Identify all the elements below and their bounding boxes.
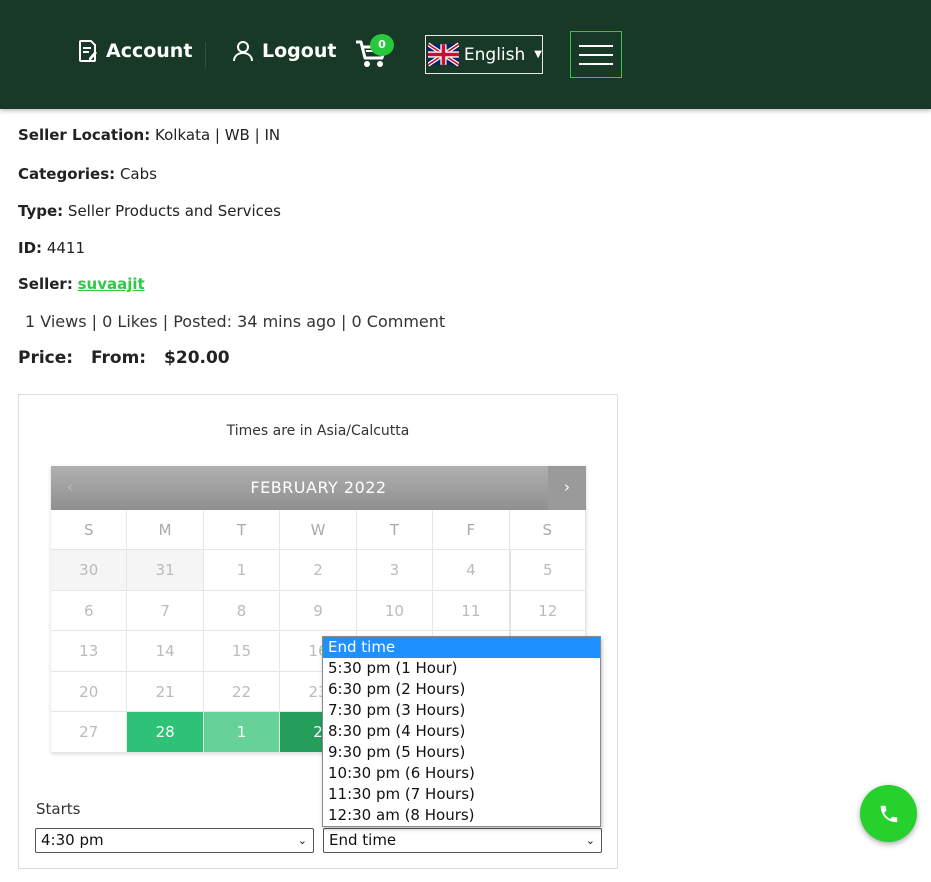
hamburger-line	[579, 44, 613, 47]
categories-label: Categories:	[18, 165, 116, 183]
seller-location-label: Seller Location:	[18, 126, 151, 144]
calendar-day: 2	[280, 550, 357, 591]
weekday-header: S	[509, 510, 586, 550]
price-from-label: From:	[91, 348, 147, 368]
end-time-dropdown-list: End time 5:30 pm (1 Hour) 6:30 pm (2 Hours…	[322, 636, 601, 827]
end-time-option[interactable]: 9:30 pm (5 Hours)	[323, 742, 600, 763]
chevron-down-icon: ⌄	[297, 834, 307, 847]
menu-button[interactable]	[570, 31, 622, 78]
timezone-note: Times are in Asia/Calcutta	[226, 423, 410, 439]
cart-count-badge: 0	[370, 34, 394, 56]
nav-divider	[205, 42, 206, 68]
id-value: 4411	[46, 239, 85, 257]
end-time-option[interactable]: 12:30 am (8 Hours)	[323, 805, 600, 826]
weekday-header: S	[51, 510, 128, 550]
calendar-day: 5	[509, 550, 586, 591]
calendar-day: 8	[203, 590, 281, 631]
categories-row: Categories: Cabs	[18, 165, 157, 183]
calendar-day: 1	[203, 550, 281, 591]
calendar-day: 11	[433, 590, 510, 631]
id-label: ID:	[18, 239, 43, 257]
calendar-day-available[interactable]: 28	[127, 712, 204, 753]
user-icon	[233, 41, 253, 62]
hamburger-line	[579, 53, 613, 56]
calendar-day: 21	[127, 671, 204, 712]
type-row: Type: Seller Products and Services	[18, 202, 281, 220]
listing-stats: 1 Views | 0 Likes | Posted: 34 mins ago …	[25, 312, 446, 331]
document-edit-icon	[79, 40, 97, 62]
id-row: ID: 4411	[18, 239, 85, 257]
calendar-day: 30	[51, 550, 128, 591]
calendar-day: 15	[203, 631, 281, 672]
hamburger-line	[579, 62, 613, 65]
price-row: Price: From: $20.00	[18, 348, 242, 368]
weekday-header: F	[433, 510, 510, 550]
next-month-button[interactable]: ›	[548, 466, 586, 510]
account-label: Account	[106, 40, 193, 62]
calendar-day: 9	[280, 590, 357, 631]
end-time-option[interactable]: 10:30 pm (6 Hours)	[323, 763, 600, 784]
weekday-header: T	[203, 510, 281, 550]
uk-flag-icon	[428, 42, 459, 67]
account-link[interactable]: Account	[78, 40, 192, 62]
calendar-day: 31	[127, 550, 204, 591]
price-label: Price:	[18, 348, 74, 368]
chevron-down-icon: ⌄	[585, 834, 595, 847]
calendar-day: 7	[127, 590, 204, 631]
month-title: FEBRUARY 2022	[250, 478, 387, 497]
phone-icon	[880, 805, 897, 822]
seller-location-row: Seller Location: Kolkata | WB | IN	[18, 126, 280, 144]
end-time-option[interactable]: 8:30 pm (4 Hours)	[323, 721, 600, 742]
end-time-select[interactable]: End time ⌄	[323, 828, 602, 853]
calendar-day: 4	[433, 550, 510, 591]
seller-label: Seller:	[18, 275, 73, 293]
start-time-value: 4:30 pm	[41, 831, 104, 849]
end-time-option[interactable]: 5:30 pm (1 Hour)	[323, 658, 600, 679]
seller-location-value: Kolkata | WB | IN	[155, 126, 281, 144]
weekday-header: M	[127, 510, 204, 550]
calendar-day-available[interactable]: 1	[203, 712, 281, 753]
top-navbar: Account Logout 0 English ▼	[0, 0, 931, 109]
calendar-day: 14	[127, 631, 204, 672]
start-time-select[interactable]: 4:30 pm ⌄	[35, 828, 314, 853]
calendar-day: 20	[51, 671, 128, 712]
seller-row: Seller: suvaajit	[18, 275, 145, 293]
seller-link[interactable]: suvaajit	[78, 275, 145, 293]
calendar-day: 12	[509, 590, 586, 631]
end-time-option[interactable]: 6:30 pm (2 Hours)	[323, 679, 600, 700]
end-time-option[interactable]: End time	[323, 637, 600, 658]
type-value: Seller Products and Services	[67, 202, 281, 220]
call-button[interactable]	[860, 785, 917, 842]
calendar-day: 13	[51, 631, 128, 672]
price-value: $20.00	[164, 348, 230, 368]
calendar-day: 3	[356, 550, 434, 591]
language-label: English	[463, 44, 526, 65]
calendar-day: 27	[51, 712, 128, 753]
end-time-option[interactable]: 11:30 pm (7 Hours)	[323, 784, 600, 805]
end-time-option[interactable]: 7:30 pm (3 Hours)	[323, 700, 600, 721]
calendar-header: ‹ FEBRUARY 2022 ›	[51, 466, 586, 510]
weekday-header: T	[356, 510, 434, 550]
caret-down-icon: ▼	[534, 49, 542, 60]
end-time-value: End time	[329, 831, 397, 849]
weekday-header: W	[280, 510, 357, 550]
type-label: Type:	[18, 202, 64, 220]
categories-value: Cabs	[119, 165, 157, 183]
starts-label: Starts	[36, 800, 81, 818]
calendar-day: 22	[203, 671, 281, 712]
calendar-day: 6	[51, 590, 128, 631]
logout-label: Logout	[262, 40, 337, 62]
calendar-day: 10	[356, 590, 434, 631]
language-selector[interactable]: English ▼	[425, 35, 543, 74]
logout-link[interactable]: Logout	[232, 40, 336, 62]
